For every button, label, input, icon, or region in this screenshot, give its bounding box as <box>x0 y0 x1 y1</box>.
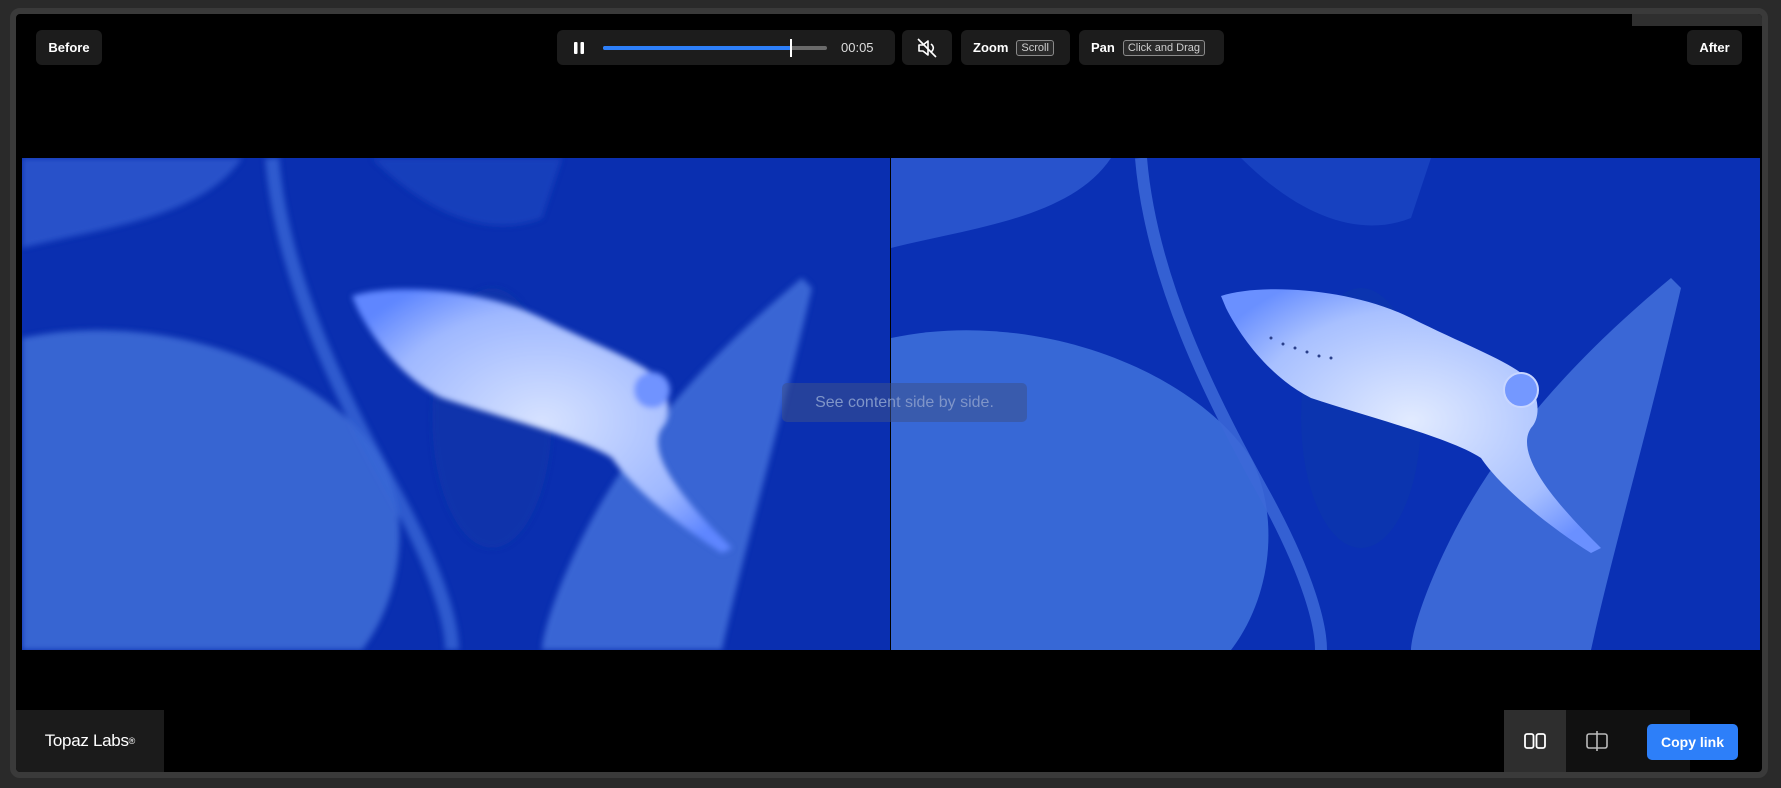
mute-icon <box>917 37 937 58</box>
player-controls: 00:05 <box>557 30 895 65</box>
after-label: After <box>1687 30 1742 65</box>
progress-handle[interactable] <box>790 38 793 57</box>
copy-link-button[interactable]: Copy link <box>1647 724 1738 760</box>
progress-fill <box>603 45 792 50</box>
side-by-side-hint: See content side by side. <box>782 383 1027 422</box>
zoom-control[interactable]: Zoom Scroll <box>961 30 1070 65</box>
split-view-button[interactable] <box>1566 710 1628 772</box>
pan-hint: Click and Drag <box>1122 39 1205 56</box>
side-by-side-view-button[interactable] <box>1504 710 1566 772</box>
brand-logo: Topaz Labs ® <box>16 710 164 772</box>
comparison-viewer: Before 00:05 Zoom Scroll Pan Click and D… <box>10 8 1768 778</box>
brand-mark: ® <box>128 736 136 746</box>
after-label-text: After <box>1699 40 1730 55</box>
mute-button[interactable] <box>902 30 952 65</box>
brand-name: Topaz Labs <box>44 731 129 750</box>
split-view-icon <box>1586 731 1608 751</box>
time-display: 00:05 <box>841 40 874 55</box>
zoom-label: Zoom <box>973 40 1009 55</box>
pause-icon[interactable] <box>569 41 589 55</box>
window-edge <box>1632 14 1762 26</box>
pan-label: Pan <box>1091 40 1115 55</box>
zoom-hint: Scroll <box>1016 39 1054 56</box>
before-label: Before <box>36 30 102 65</box>
pan-control[interactable]: Pan Click and Drag <box>1079 30 1224 65</box>
before-label-text: Before <box>48 40 90 55</box>
side-by-side-icon <box>1524 733 1546 749</box>
progress-track[interactable] <box>603 38 827 57</box>
before-video[interactable] <box>22 158 890 650</box>
